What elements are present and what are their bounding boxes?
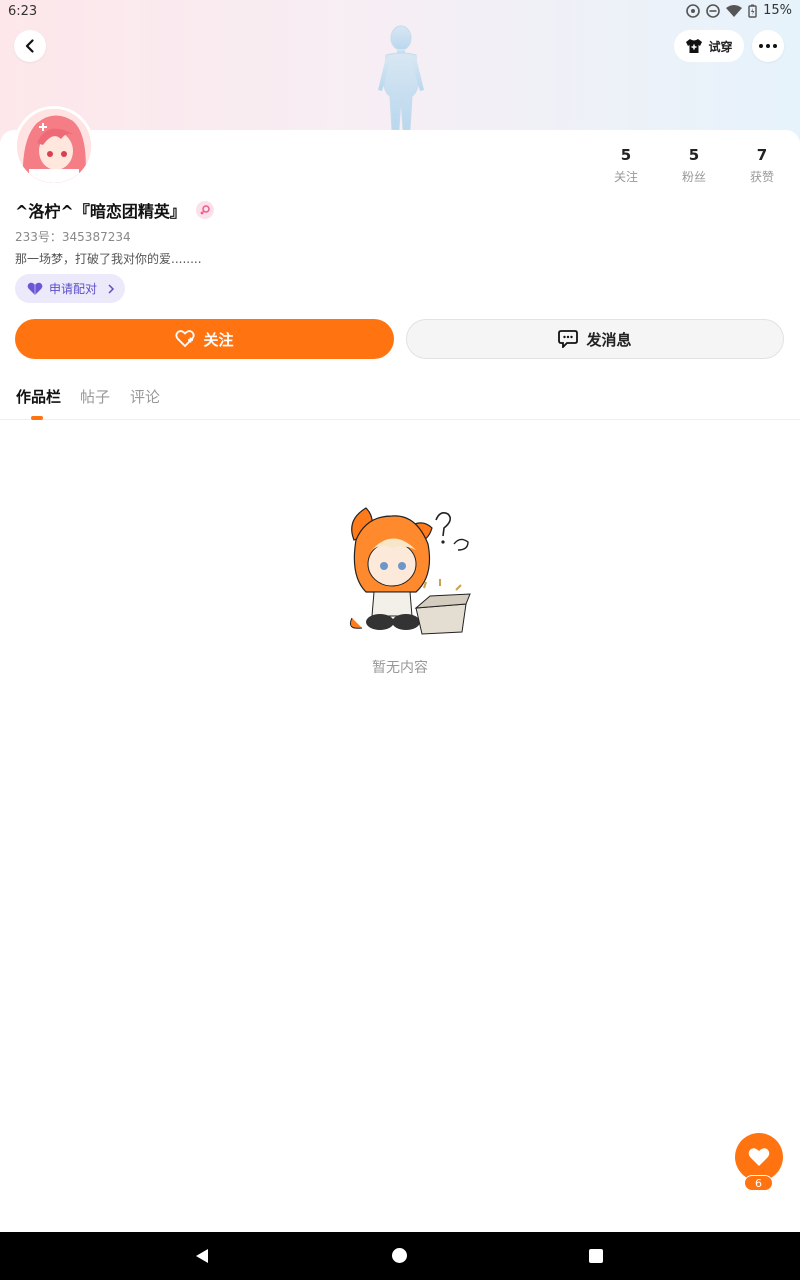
back-button[interactable] [14,30,46,62]
tab-indicator [31,416,43,420]
username: ^洛柠^『暗恋团精英』 [15,202,186,221]
heart-icon [27,282,43,295]
try-on-button[interactable]: 试穿 [674,30,744,62]
stat-fans[interactable]: 5 粉丝 [664,146,724,185]
user-bio: 那一场梦，打破了我对你的爱........ [15,252,202,266]
more-button[interactable] [752,30,784,62]
avatar-image [17,109,91,183]
empty-state-illustration [349,507,471,635]
user-id: 233号：345387234 [15,230,131,244]
stat-following-count: 5 [620,146,632,164]
wifi-icon [726,4,743,17]
stat-fans-label: 粉丝 [681,170,706,184]
apply-match-label: 申请配对 [49,282,98,296]
stat-fans-count: 5 [688,146,700,164]
stat-following[interactable]: 5 关注 [596,146,656,185]
gender-badge [195,201,214,219]
content-tabs: 作品栏 帖子 评论 [0,380,800,420]
like-fab-button[interactable] [735,1133,783,1181]
stat-likes-count: 7 [756,146,768,164]
status-time: 6:23 [8,4,38,19]
nav-recents-icon[interactable] [589,1249,603,1263]
status-bar: 6:23 15% [0,0,800,24]
battery-percent: 15% [763,3,792,18]
nav-back-icon[interactable] [194,1248,210,1264]
do-not-disturb-icon [706,3,720,18]
stat-likes[interactable]: 7 获赞 [732,146,792,185]
status-icons: 15% [686,3,792,18]
username-row: ^洛柠^『暗恋团精英』 [15,198,214,222]
like-count-badge: 6 [744,1175,773,1191]
more-dots-icon [759,44,777,48]
try-on-label: 试穿 [708,39,733,54]
female-icon [200,205,210,215]
message-label: 发消息 [586,330,632,349]
battery-icon [748,4,757,18]
tab-comments[interactable]: 评论 [130,386,160,407]
avatar-figure-image [378,25,424,131]
system-nav-bar [0,1232,800,1280]
nav-home-icon[interactable] [392,1248,407,1263]
sync-icon [686,3,700,18]
chat-bubble-icon [558,330,579,348]
heart-plus-icon [175,330,196,348]
empty-state-text: 暂无内容 [372,660,428,676]
stat-likes-label: 获赞 [749,170,774,184]
follow-button[interactable]: 关注 [15,319,394,359]
back-arrow-icon [25,39,34,53]
tab-works[interactable]: 作品栏 [16,386,61,407]
shirt-icon [686,39,703,53]
apply-match-button[interactable]: 申请配对 [15,274,125,303]
tab-posts[interactable]: 帖子 [80,386,110,407]
message-button[interactable]: 发消息 [406,319,784,359]
avatar[interactable] [14,106,94,186]
stat-following-label: 关注 [613,170,638,184]
follow-label: 关注 [203,330,234,349]
chevron-right-icon [108,283,115,294]
heart-icon [748,1148,770,1166]
